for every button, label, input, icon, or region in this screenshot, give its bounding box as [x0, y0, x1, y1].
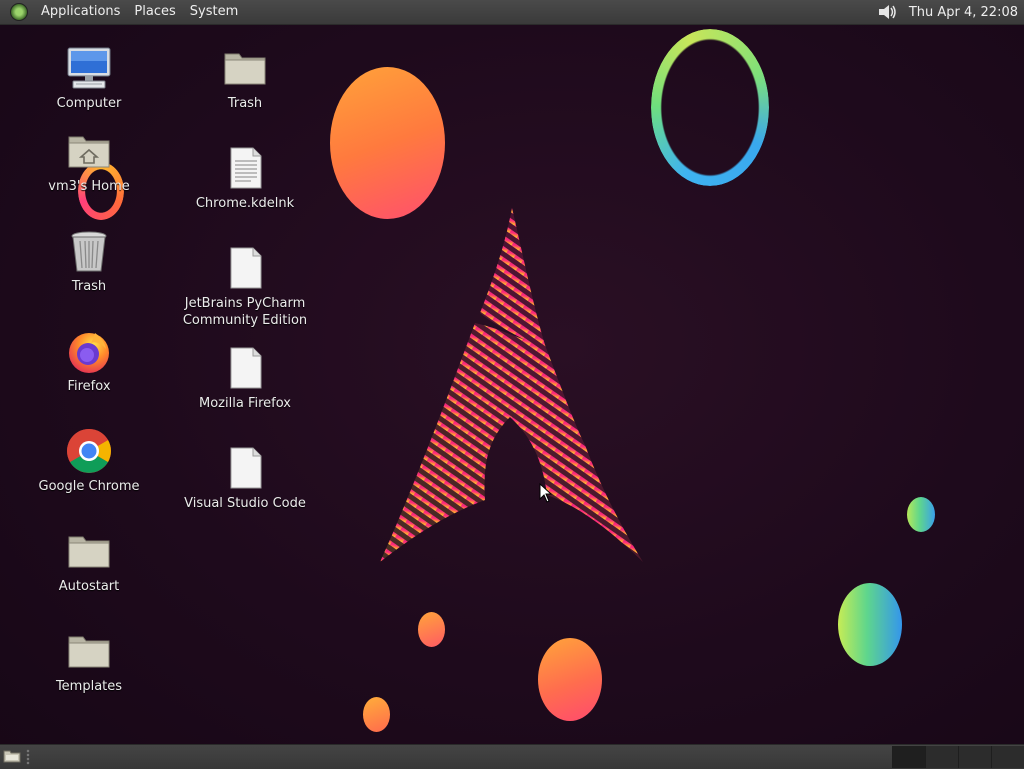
panel-grip-handle[interactable] — [26, 749, 30, 765]
volume-icon[interactable] — [877, 2, 899, 22]
desktop-icon-home[interactable]: vm3's Home — [24, 127, 154, 195]
desktop-icon-trash[interactable]: Trash — [24, 227, 154, 295]
workspace-2[interactable] — [925, 746, 958, 768]
clock[interactable]: Thu Apr 4, 22:08 — [909, 5, 1024, 20]
trash-icon — [71, 231, 107, 272]
desktop-icon-label: Firefox — [67, 379, 111, 394]
desktop-icon-pycharm[interactable]: JetBrains PyCharm Community Edition — [180, 244, 310, 329]
desktop-icon-label: vm3's Home — [48, 179, 130, 194]
firefox-icon — [69, 333, 109, 373]
arch-logo-wallpaper — [380, 208, 643, 562]
file-icon — [230, 347, 262, 389]
distro-logo-icon[interactable] — [10, 3, 28, 21]
desktop-icon-label: Trash — [71, 279, 107, 294]
desktop-icon-label: Templates — [55, 679, 123, 694]
menu-applications[interactable]: Applications — [34, 0, 127, 24]
text-file-icon — [230, 147, 262, 189]
desktop-icon-label: Mozilla Firefox — [199, 396, 291, 411]
show-desktop-icon[interactable] — [3, 749, 21, 763]
orange-circle-decoration — [330, 67, 445, 219]
orange-circle-decoration-bottom — [538, 638, 602, 721]
workspace-3[interactable] — [958, 746, 991, 768]
workspace-1[interactable] — [892, 746, 925, 768]
desktop-icon-label: Chrome.kdelnk — [195, 196, 295, 211]
panel-tray: Thu Apr 4, 22:08 — [877, 0, 1024, 24]
desktop-icon-firefox[interactable]: Firefox — [24, 327, 154, 395]
desktop-icon-label: Trash — [227, 96, 263, 111]
mouse-cursor-icon — [539, 483, 553, 503]
computer-icon — [67, 47, 111, 89]
desktop-icon-label: Autostart — [58, 579, 120, 594]
green-circle-decoration — [838, 583, 902, 666]
folder-icon — [68, 636, 110, 668]
desktop-icon-autostart[interactable]: Autostart — [24, 527, 154, 595]
small-green-circle-decoration — [907, 497, 935, 532]
desktop-icon-computer[interactable]: Computer — [24, 44, 154, 112]
desktop-icon-templates[interactable]: Templates — [24, 627, 154, 695]
bottom-panel — [0, 744, 1024, 769]
desktop-icon-label: JetBrains PyCharm Community Edition — [182, 296, 308, 328]
home-folder-icon — [68, 136, 110, 168]
menu-system[interactable]: System — [183, 0, 245, 24]
chrome-icon — [67, 429, 111, 473]
desktop-icon-label: Visual Studio Code — [184, 496, 306, 511]
desktop-icon-label: Google Chrome — [38, 479, 140, 494]
small-orange-circle-decoration — [418, 612, 445, 647]
desktop-icon-trash-folder[interactable]: Trash — [180, 44, 310, 112]
gradient-ring-decoration — [651, 29, 769, 186]
top-panel: Applications Places System Thu Apr 4, 22… — [0, 0, 1024, 25]
desktop-icon-label: Computer — [56, 96, 122, 111]
file-icon — [230, 447, 262, 489]
folder-icon — [224, 53, 266, 85]
workspace-4[interactable] — [991, 746, 1024, 768]
menu-places[interactable]: Places — [127, 0, 182, 24]
desktop-icon-mozilla-firefox[interactable]: Mozilla Firefox — [180, 344, 310, 412]
desktop-icon-chrome-kdelnk[interactable]: Chrome.kdelnk — [180, 144, 310, 212]
file-icon — [230, 247, 262, 289]
tiny-orange-circle-decoration — [363, 697, 390, 732]
folder-icon — [68, 536, 110, 568]
desktop-icon-google-chrome[interactable]: Google Chrome — [24, 427, 154, 495]
desktop-icon-vscode[interactable]: Visual Studio Code — [180, 444, 310, 512]
